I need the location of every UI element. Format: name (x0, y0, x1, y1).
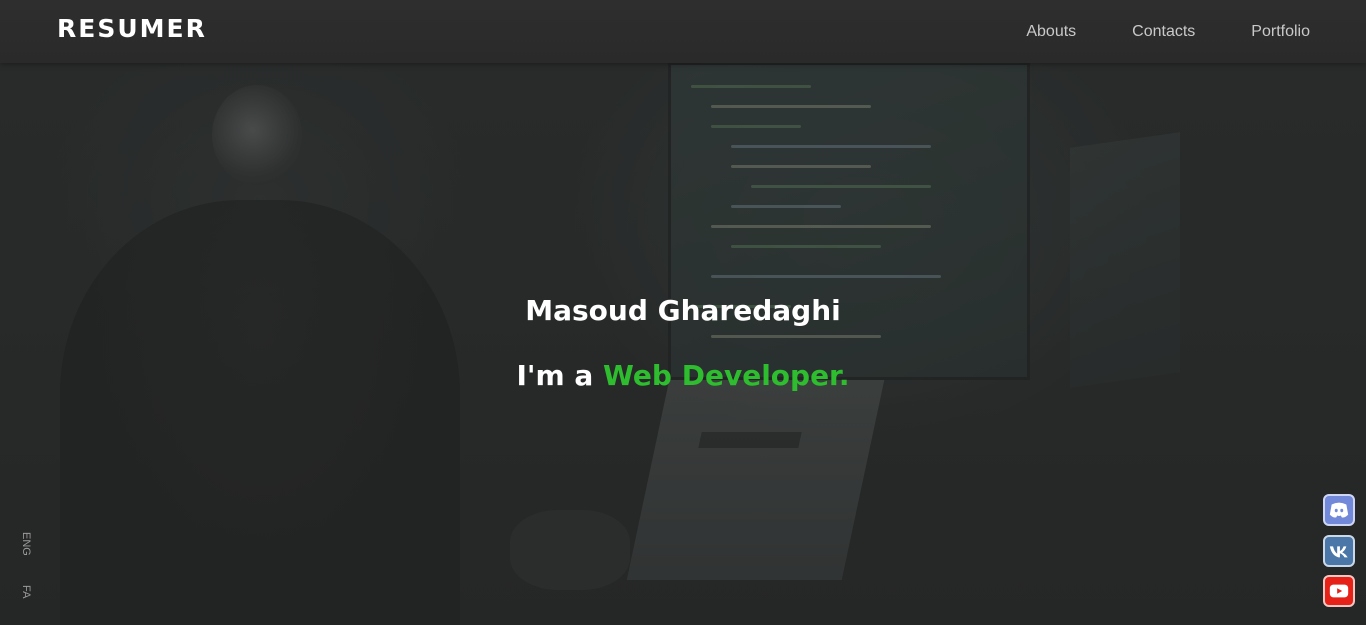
vk-link[interactable] (1323, 535, 1355, 567)
main-nav: Abouts Contacts Portfolio (1026, 0, 1310, 63)
hero-role-prefix: I'm a (516, 359, 604, 392)
hero-name: Masoud Gharedaghi (525, 294, 841, 327)
language-eng[interactable]: ENG (20, 532, 32, 556)
site-logo[interactable]: RESUMER (57, 14, 207, 43)
nav-abouts[interactable]: Abouts (1026, 23, 1076, 41)
discord-link[interactable] (1323, 494, 1355, 526)
discord-icon (1329, 502, 1349, 518)
language-fa[interactable]: FA (20, 585, 32, 598)
hero-role-highlight: Web Developer. (603, 359, 850, 392)
nav-portfolio[interactable]: Portfolio (1251, 23, 1310, 41)
hero-role: I'm a Web Developer. (0, 359, 1366, 392)
youtube-link[interactable] (1323, 575, 1355, 607)
site-header: RESUMER Abouts Contacts Portfolio (0, 0, 1366, 63)
nav-contacts[interactable]: Contacts (1132, 23, 1195, 41)
vk-icon (1329, 546, 1348, 558)
youtube-icon (1329, 584, 1349, 598)
